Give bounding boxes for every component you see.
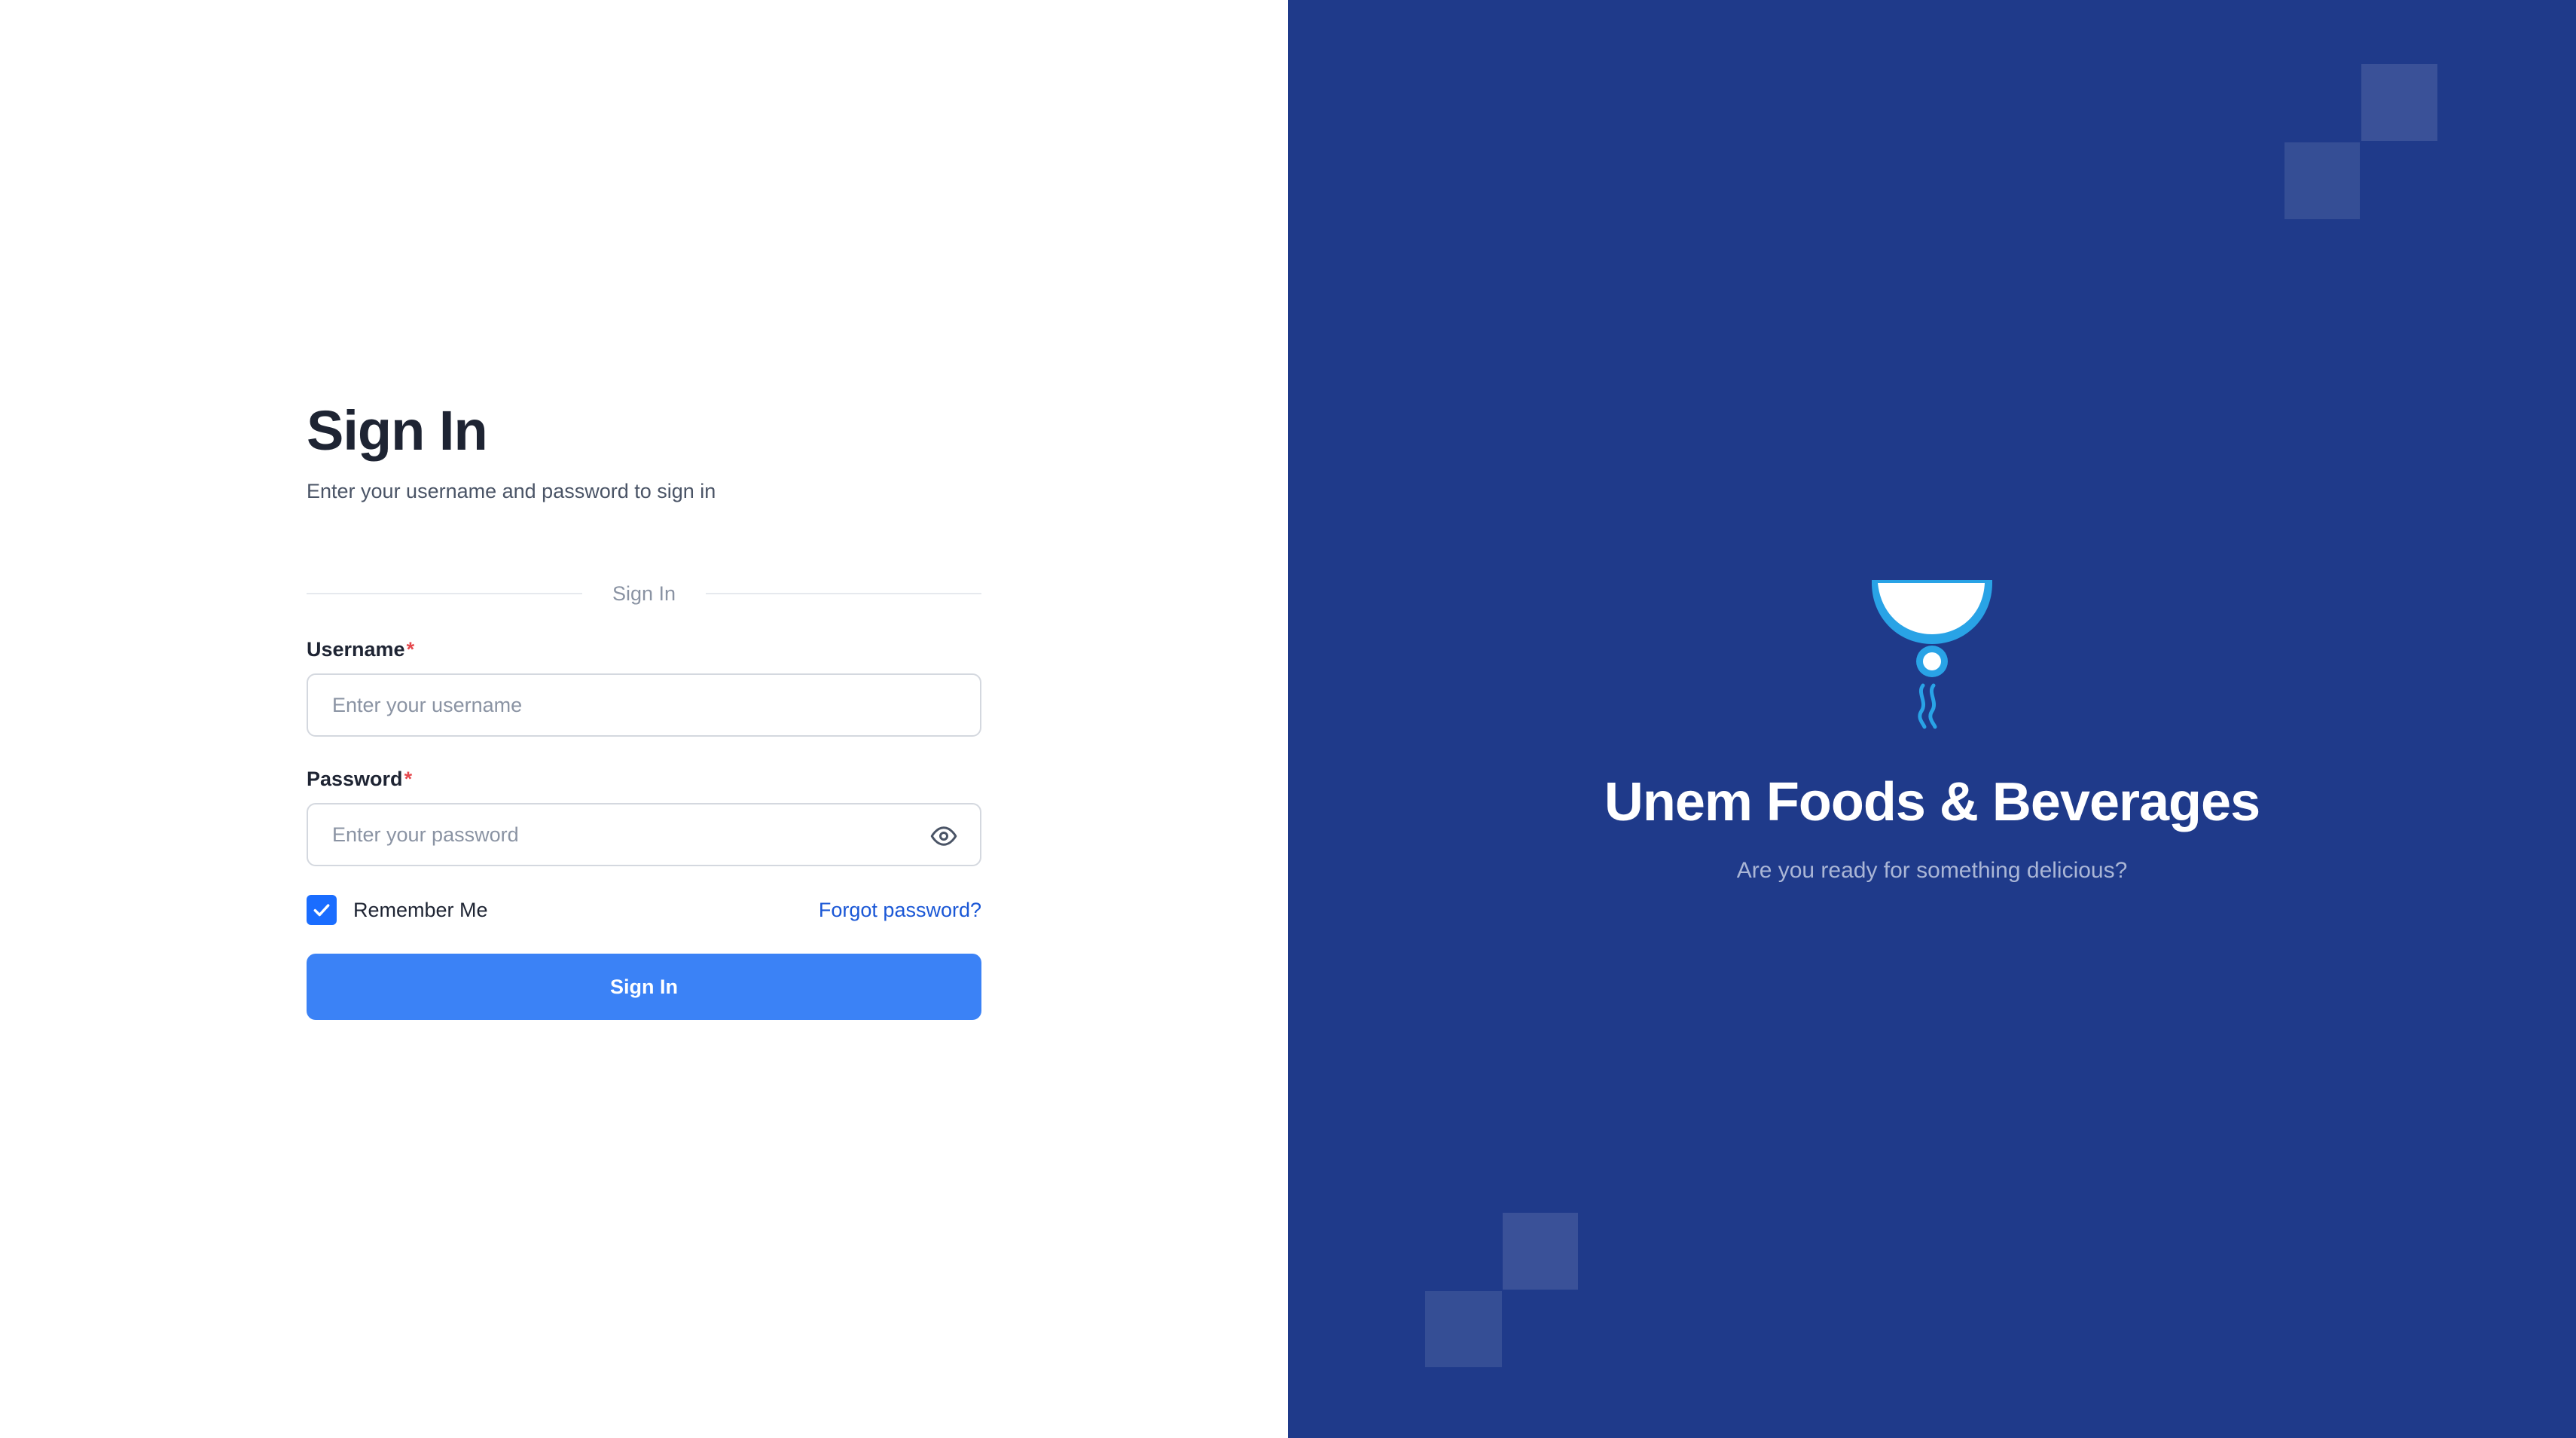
page-title: Sign In [307,399,488,462]
brand-tagline: Are you ready for something delicious? [1736,858,2128,883]
password-field-box [307,803,981,866]
brand-panel: Unem Foods & Beverages Are you ready for… [1288,0,2576,1438]
username-field-box [307,673,981,737]
decorative-grid-top [1898,0,2576,392]
password-input[interactable] [308,804,980,865]
remember-me[interactable]: Remember Me [307,895,488,925]
divider-line-left [307,593,582,594]
brand-block: Unem Foods & Beverages Are you ready for… [1288,572,2576,887]
divider-label: Sign In [612,582,676,605]
checkmark-icon [313,904,330,917]
forgot-password-link[interactable]: Forgot password? [819,899,981,922]
sign-in-button[interactable]: Sign In [307,954,981,1020]
password-label: Password* [307,764,981,794]
eye-icon[interactable] [930,823,957,850]
username-input[interactable] [308,675,980,735]
divider-line-right [706,593,981,594]
sign-in-form: Sign In Enter your username and password… [307,392,981,1020]
brand-name: Unem Foods & Beverages [1604,772,2260,832]
required-mark: * [404,768,413,790]
sign-in-page: Sign In Enter your username and password… [0,0,2576,1438]
required-mark: * [406,638,415,661]
form-options-row: Remember Me Forgot password? [307,895,981,925]
password-label-text: Password [307,768,403,790]
username-label-text: Username [307,638,405,661]
remember-me-checkbox[interactable] [307,895,337,925]
remember-me-label: Remember Me [353,898,488,921]
page-subtitle: Enter your username and password to sign… [307,480,716,502]
sign-in-panel: Sign In Enter your username and password… [0,0,1288,1438]
username-label: Username* [307,634,981,664]
bowl-logo-icon [1872,580,1992,729]
form-divider: Sign In [307,579,981,609]
decorative-grid-bottom [1288,1055,2011,1438]
